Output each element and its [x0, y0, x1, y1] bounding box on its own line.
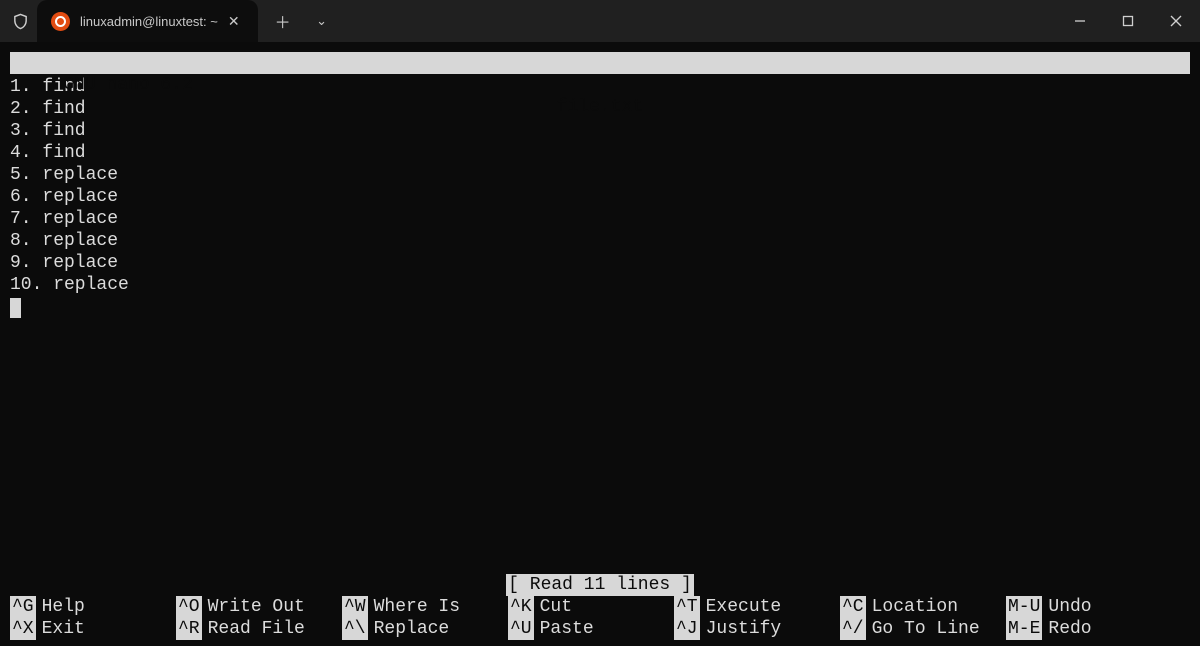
shortcut[interactable]: M-UUndo [1006, 596, 1172, 618]
shortcut[interactable]: ^OWrite Out [176, 596, 342, 618]
close-window-button[interactable] [1152, 0, 1200, 42]
nano-header: GNU nano 6.2 file.txt [10, 52, 1190, 74]
shortcut-label: Help [36, 596, 85, 618]
file-line: 7. replace [10, 208, 1190, 230]
shortcut-label: Undo [1042, 596, 1091, 618]
shortcut-label: Cut [534, 596, 572, 618]
shortcut-label: Redo [1042, 618, 1091, 640]
window-titlebar: linuxadmin@linuxtest: ~ ✕ ＋ ⌄ [0, 0, 1200, 42]
nano-filename: file.txt [557, 96, 643, 118]
shortcut[interactable]: M-ERedo [1006, 618, 1172, 640]
file-line: 9. replace [10, 252, 1190, 274]
file-line: 3. find [10, 120, 1190, 142]
shortcut[interactable]: ^TExecute [674, 596, 840, 618]
shortcut[interactable]: ^/Go To Line [840, 618, 1006, 640]
shortcut[interactable]: ^KCut [508, 596, 674, 618]
shortcut-label: Execute [700, 596, 782, 618]
shortcut-key: ^J [674, 618, 700, 640]
nano-status: [ Read 11 lines ] [10, 574, 1190, 596]
file-line: 6. replace [10, 186, 1190, 208]
tab-title: linuxadmin@linuxtest: ~ [80, 14, 218, 29]
shortcut-key: ^X [10, 618, 36, 640]
terminal-tab[interactable]: linuxadmin@linuxtest: ~ ✕ [37, 0, 258, 42]
terminal-body[interactable]: GNU nano 6.2 file.txt 1. find2. find3. f… [0, 42, 1200, 646]
new-tab-button[interactable]: ＋ [266, 9, 300, 33]
shortcut[interactable]: ^XExit [10, 618, 176, 640]
shortcut-key: ^R [176, 618, 202, 640]
file-line: 8. replace [10, 230, 1190, 252]
close-tab-icon[interactable]: ✕ [228, 13, 240, 30]
shortcut[interactable]: ^RRead File [176, 618, 342, 640]
nano-shortcuts: ^GHelp^OWrite Out^WWhere Is^KCut^TExecut… [10, 596, 1190, 640]
shortcut[interactable]: ^\Replace [342, 618, 508, 640]
shortcut-label: Paste [534, 618, 594, 640]
shortcut-key: ^/ [840, 618, 866, 640]
shortcut-key: M-E [1006, 618, 1042, 640]
window-controls [1056, 0, 1200, 42]
shortcut-key: ^K [508, 596, 534, 618]
file-line: 4. find [10, 142, 1190, 164]
shortcut-label: Go To Line [866, 618, 980, 640]
shortcut-label: Write Out [202, 596, 305, 618]
shortcut[interactable]: ^JJustify [674, 618, 840, 640]
shortcut-key: ^C [840, 596, 866, 618]
minimize-button[interactable] [1056, 0, 1104, 42]
shortcut-label: Replace [368, 618, 450, 640]
nano-bottom: [ Read 11 lines ] ^GHelp^OWrite Out^WWhe… [10, 574, 1190, 640]
shortcut-key: ^T [674, 596, 700, 618]
cursor [10, 298, 21, 318]
shortcut-label: Where Is [368, 596, 460, 618]
shortcut-row: ^GHelp^OWrite Out^WWhere Is^KCut^TExecut… [10, 596, 1190, 618]
shortcut-key: M-U [1006, 596, 1042, 618]
shortcut-label: Location [866, 596, 958, 618]
shield-icon [12, 13, 29, 30]
shortcut[interactable]: ^GHelp [10, 596, 176, 618]
ubuntu-icon [51, 12, 70, 31]
cursor-line [10, 296, 1190, 318]
shortcut[interactable]: ^CLocation [840, 596, 1006, 618]
maximize-button[interactable] [1104, 0, 1152, 42]
titlebar-left: linuxadmin@linuxtest: ~ ✕ ＋ ⌄ [0, 0, 344, 42]
file-line: 10. replace [10, 274, 1190, 296]
shortcut-key: ^G [10, 596, 36, 618]
shortcut-key: ^O [176, 596, 202, 618]
shortcut-label: Read File [202, 618, 305, 640]
shortcut[interactable]: ^WWhere Is [342, 596, 508, 618]
shortcut-label: Justify [700, 618, 782, 640]
shortcut-label: Exit [36, 618, 85, 640]
shortcut-key: ^\ [342, 618, 368, 640]
tab-dropdown-icon[interactable]: ⌄ [308, 13, 336, 29]
nano-app-title: GNU nano 6.2 [63, 75, 193, 95]
shortcut-key: ^U [508, 618, 534, 640]
file-line: 5. replace [10, 164, 1190, 186]
shortcut-key: ^W [342, 596, 368, 618]
status-text: [ Read 11 lines ] [506, 574, 694, 596]
shortcut[interactable]: ^UPaste [508, 618, 674, 640]
shortcut-row: ^XExit^RRead File^\Replace^UPaste^JJusti… [10, 618, 1190, 640]
